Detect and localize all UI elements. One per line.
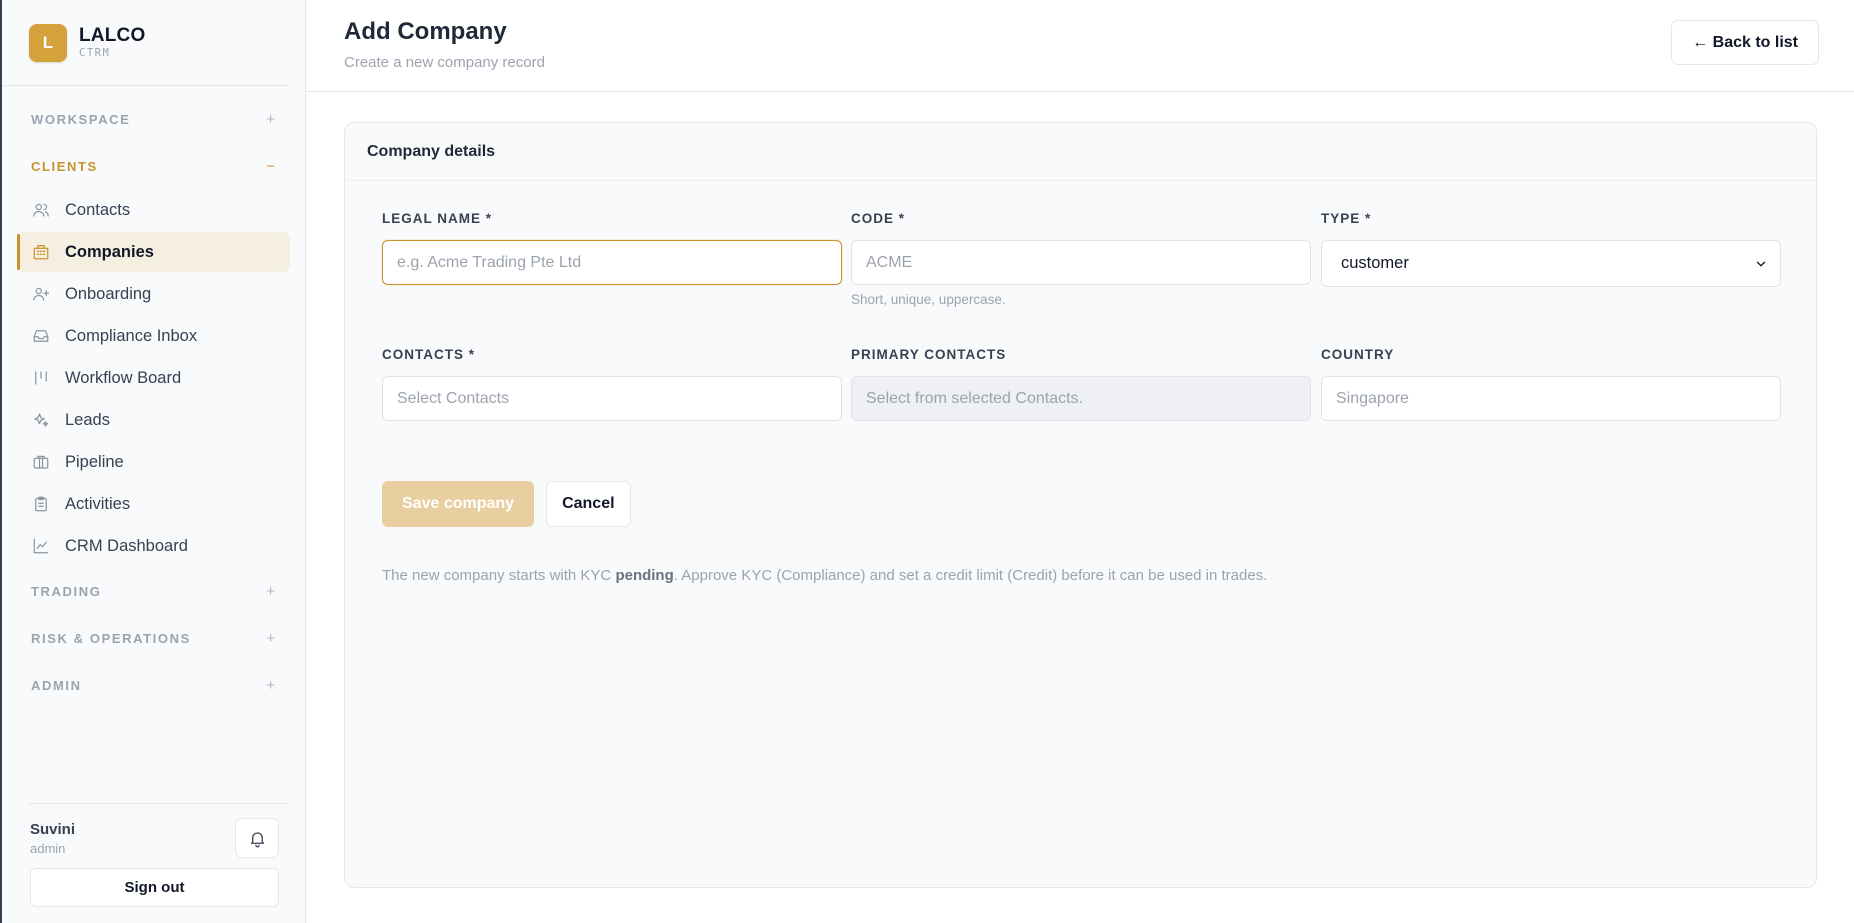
country-input[interactable]: Singapore: [1321, 376, 1781, 421]
kyc-note: The new company starts with KYC pending.…: [382, 567, 1268, 584]
expand-icon: +: [266, 630, 275, 647]
primary-contacts-field: PRIMARY CONTACTS Select from selected Co…: [851, 347, 1311, 421]
expand-icon: +: [266, 677, 275, 694]
cancel-button[interactable]: Cancel: [546, 481, 631, 527]
section-clients[interactable]: CLIENTS −: [2, 143, 305, 190]
kanban-icon: [31, 368, 51, 388]
notifications-button[interactable]: [235, 818, 279, 858]
app-root: L LALCO CTRM WORKSPACE + CLIENTS − Conta…: [0, 0, 1854, 923]
contacts-select[interactable]: Select Contacts: [382, 376, 842, 421]
sidebar-item-crm-dashboard[interactable]: CRM Dashboard: [17, 526, 290, 566]
brand-logo: L: [29, 23, 67, 62]
sparkles-icon: [31, 410, 51, 430]
primary-contacts-select: Select from selected Contacts.: [851, 376, 1311, 421]
section-trading[interactable]: TRADING +: [2, 568, 305, 615]
sidebar-item-companies[interactable]: Companies: [17, 232, 290, 272]
building-icon: [31, 242, 51, 262]
users-icon: [31, 200, 51, 220]
company-details-card: Company details LEGAL NAME * e.g. Acme T…: [344, 122, 1817, 888]
brand-name: LALCO: [79, 25, 146, 47]
contacts-field: CONTACTS * Select Contacts: [382, 347, 842, 421]
type-field: TYPE * customer: [1321, 211, 1781, 287]
code-input[interactable]: ACME: [851, 240, 1311, 285]
card-title: Company details: [345, 123, 1816, 181]
sidebar-item-compliance-inbox[interactable]: Compliance Inbox: [17, 316, 290, 356]
country-label: COUNTRY: [1321, 347, 1395, 362]
page-header: Add Company Create a new company record …: [306, 0, 1854, 92]
sidebar-item-leads[interactable]: Leads: [17, 400, 290, 440]
code-help-text: Short, unique, uppercase.: [851, 292, 1006, 307]
contacts-label: CONTACTS *: [382, 347, 475, 362]
kyc-status-pending: pending: [615, 567, 674, 584]
primary-contacts-label: PRIMARY CONTACTS: [851, 347, 1007, 362]
expand-icon: +: [266, 583, 275, 600]
legal-name-label: LEGAL NAME *: [382, 211, 493, 226]
bell-icon: [250, 831, 264, 847]
sidebar-item-contacts[interactable]: Contacts: [17, 190, 290, 230]
page-subtitle: Create a new company record: [344, 54, 545, 71]
section-risk-operations[interactable]: RISK & OPERATIONS +: [2, 615, 305, 662]
page-title: Add Company: [344, 18, 507, 45]
clipboard-icon: [31, 494, 51, 514]
code-label: CODE *: [851, 211, 906, 226]
chart-line-icon: [31, 536, 51, 556]
sidebar-footer: Suvini admin Sign out: [2, 803, 305, 923]
back-to-list-button[interactable]: ← Back to list: [1671, 20, 1819, 65]
user-plus-icon: [31, 284, 51, 304]
expand-icon: +: [266, 111, 275, 128]
brand[interactable]: L LALCO CTRM: [2, 0, 288, 86]
sidebar-item-activities[interactable]: Activities: [17, 484, 290, 524]
sidebar-item-workflow-board[interactable]: Workflow Board: [17, 358, 290, 398]
section-admin[interactable]: ADMIN +: [2, 662, 305, 709]
main-content: Add Company Create a new company record …: [306, 0, 1854, 923]
save-company-button[interactable]: Save company: [382, 481, 535, 527]
form-actions: Save company Cancel: [382, 481, 631, 527]
user-name: Suvini: [30, 820, 76, 838]
legal-name-field: LEGAL NAME * e.g. Acme Trading Pte Ltd: [382, 211, 842, 285]
briefcase-icon: [31, 452, 51, 472]
user-role: admin: [30, 840, 66, 856]
type-label: TYPE *: [1321, 211, 1372, 226]
collapse-icon: −: [266, 158, 275, 175]
clients-nav: Contacts Companies Onboarding Compliance…: [2, 190, 305, 566]
sidebar-item-pipeline[interactable]: Pipeline: [17, 442, 290, 482]
chevron-down-icon: [1756, 261, 1766, 266]
sign-out-button[interactable]: Sign out: [30, 868, 279, 907]
user-info: Suvini admin: [30, 804, 279, 868]
country-field: COUNTRY Singapore: [1321, 347, 1781, 421]
legal-name-input[interactable]: e.g. Acme Trading Pte Ltd: [382, 240, 842, 285]
sidebar-item-onboarding[interactable]: Onboarding: [17, 274, 290, 314]
inbox-icon: [31, 326, 51, 346]
brand-sub: CTRM: [79, 47, 111, 60]
sidebar: L LALCO CTRM WORKSPACE + CLIENTS − Conta…: [0, 0, 306, 923]
section-workspace[interactable]: WORKSPACE +: [2, 96, 305, 143]
code-field: CODE * ACME Short, unique, uppercase.: [851, 211, 1311, 307]
type-select-value: customer: [1341, 254, 1409, 272]
type-select[interactable]: customer: [1321, 240, 1781, 287]
